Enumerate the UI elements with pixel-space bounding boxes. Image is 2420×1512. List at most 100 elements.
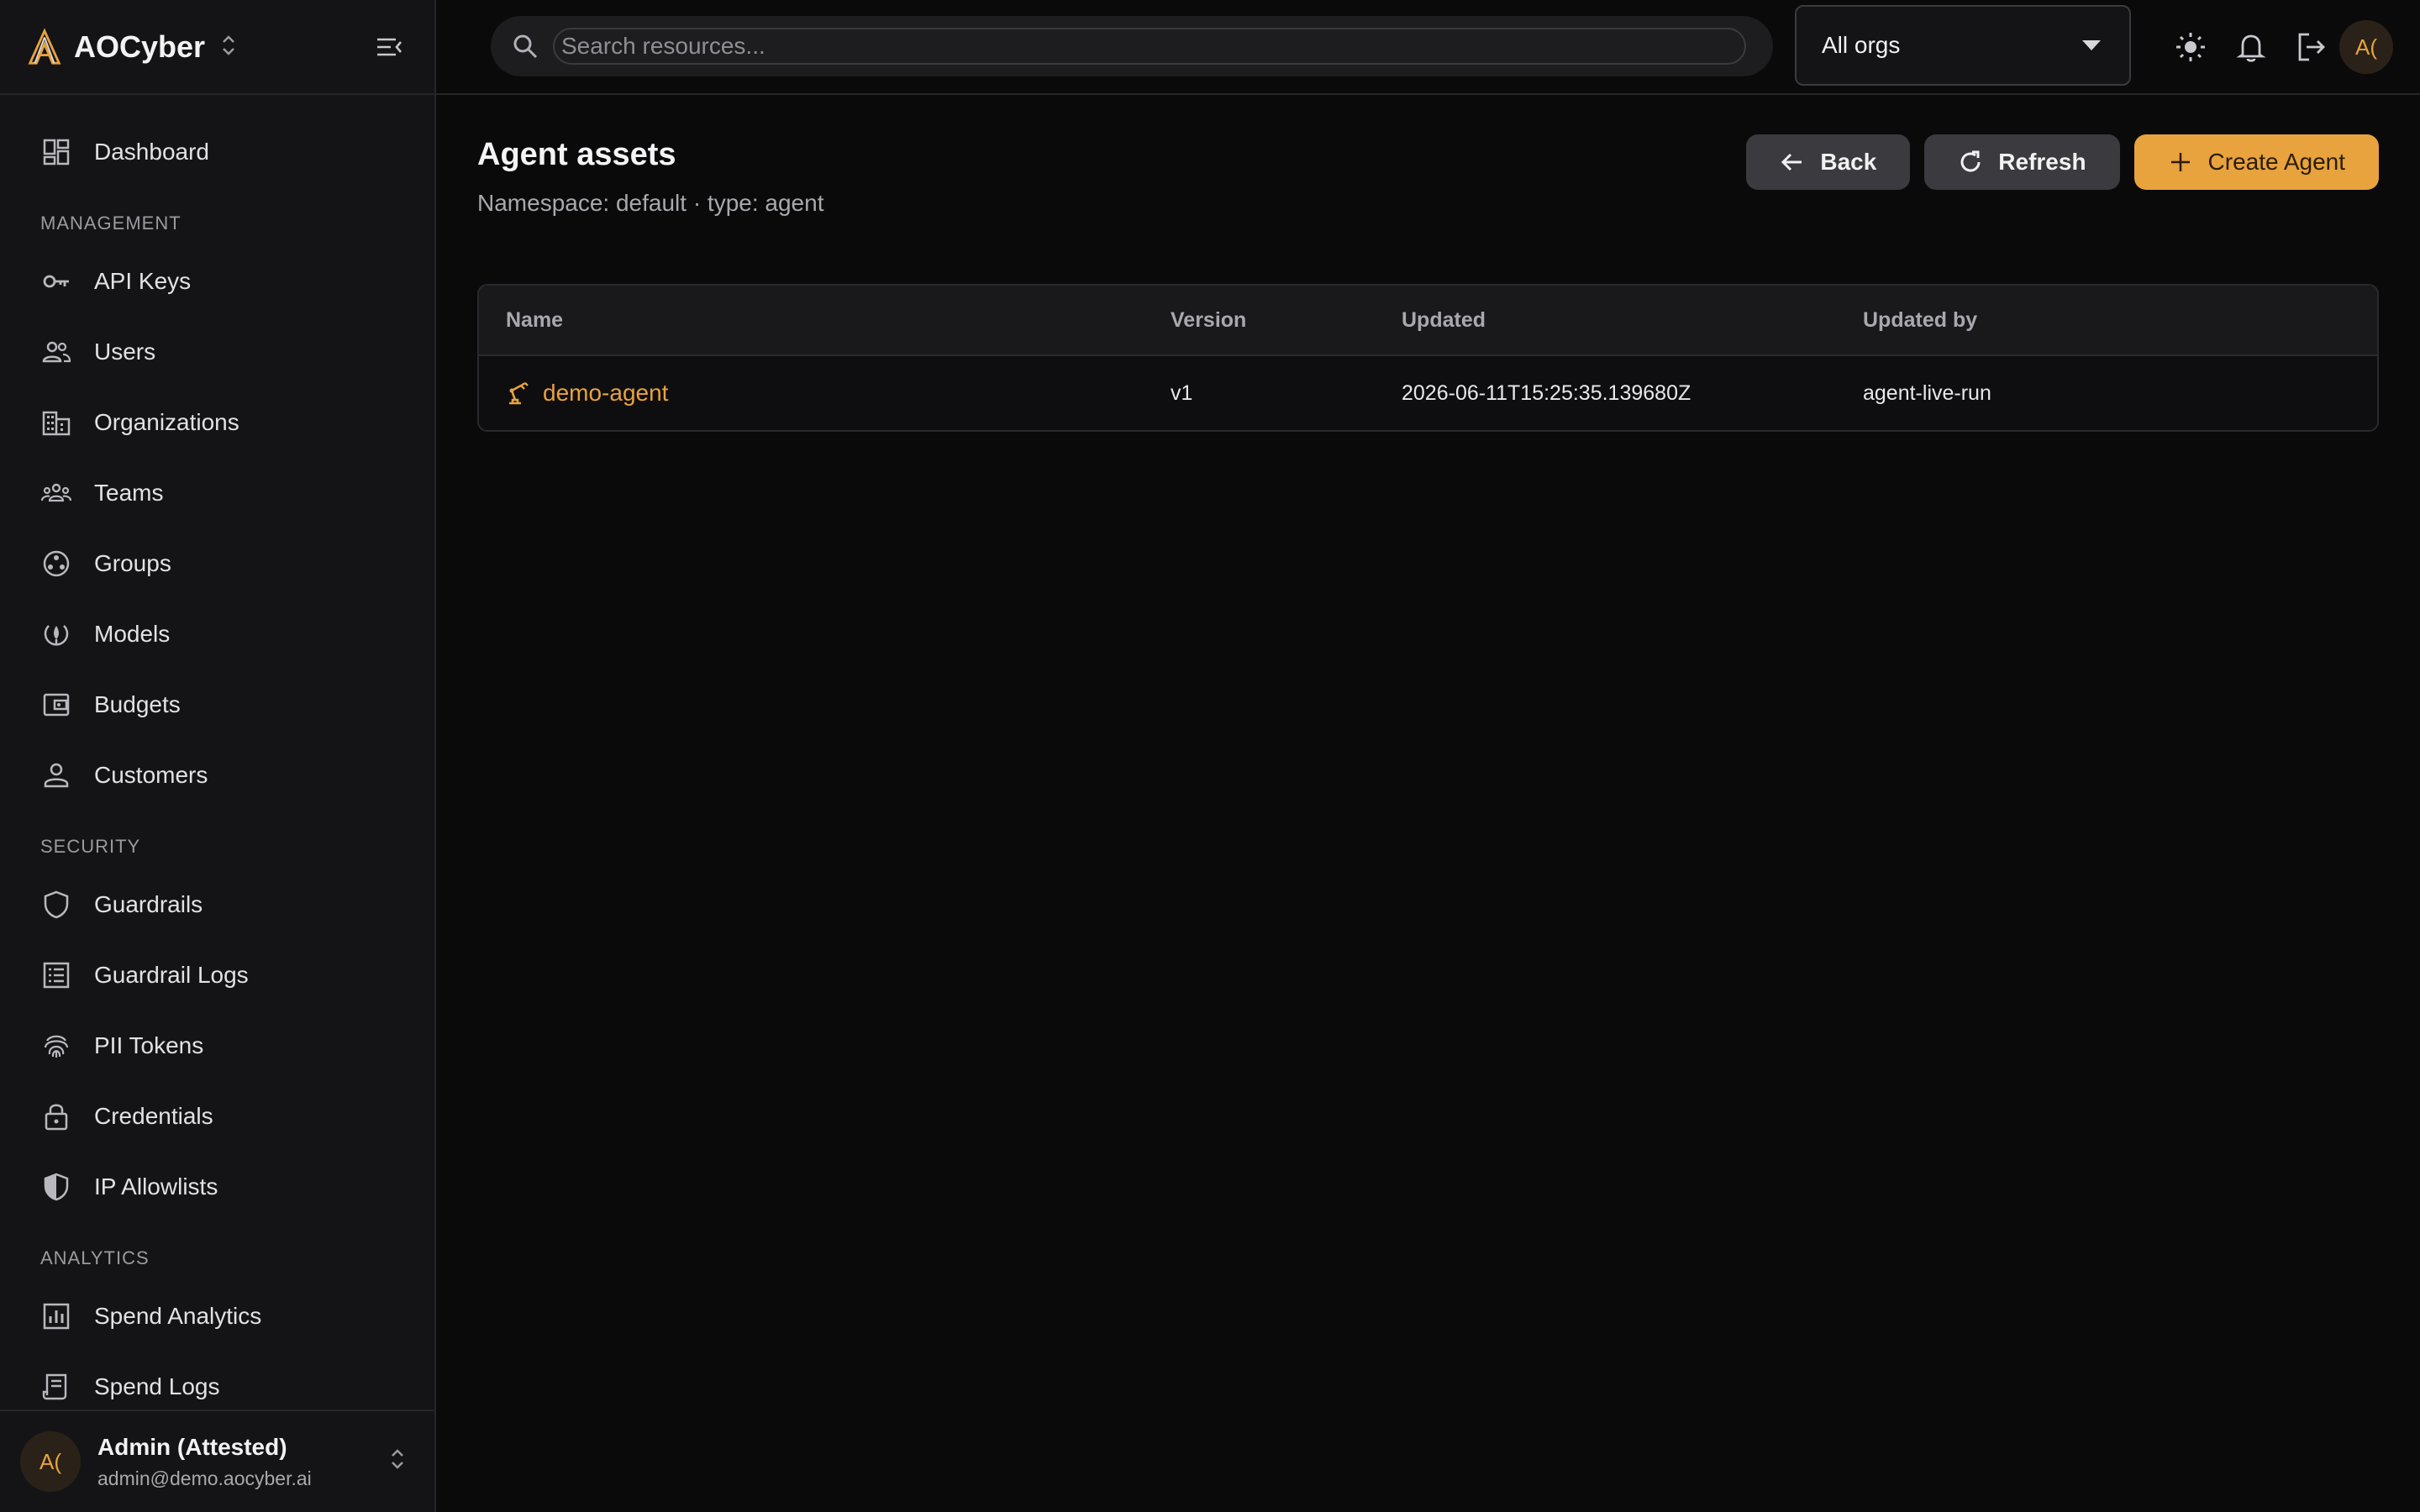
main-content: All orgs A( Agent assets Namespace: defa… xyxy=(436,0,2420,1512)
sidebar-item-label: Models xyxy=(94,621,171,647)
brand-header: AOCyber xyxy=(0,0,434,95)
brand-switch-chevrons-icon[interactable] xyxy=(220,33,237,61)
sidebar-item-ip-allowlists[interactable]: IP Allowlists xyxy=(0,1152,434,1222)
table-header: Name Version Updated Updated by xyxy=(479,286,2377,356)
cell-updated: 2026-06-11T15:25:35.139680Z xyxy=(1402,381,1691,405)
key-icon xyxy=(40,265,72,297)
top-bar: All orgs A( xyxy=(436,0,2420,95)
org-select[interactable]: All orgs xyxy=(1795,5,2131,86)
section-label-analytics: ANALYTICS xyxy=(40,1247,150,1268)
page-subtitle: Namespace: default · type: agent xyxy=(477,190,824,216)
sidebar-item-label: Groups xyxy=(94,550,171,576)
cell-name: demo-agent xyxy=(479,380,1171,407)
user-menu-chevrons-icon[interactable] xyxy=(389,1446,406,1478)
sidebar-item-label: PII Tokens xyxy=(94,1032,204,1058)
page-actions: Back Refresh Create Agent xyxy=(1746,134,2379,190)
page-content: Agent assets Namespace: default · type: … xyxy=(436,95,2420,432)
aocyber-logo-icon xyxy=(28,27,61,65)
shield-icon xyxy=(40,889,72,921)
table-row[interactable]: demo-agent v1 2026-06-11T15:25:35.139680… xyxy=(479,356,2377,430)
column-header-version[interactable]: Version xyxy=(1171,308,1402,333)
sidebar-item-label: IP Allowlists xyxy=(94,1173,218,1200)
sidebar-item-label: Credentials xyxy=(94,1103,213,1129)
building-icon xyxy=(40,407,72,438)
user-email: admin@demo.aocyber.ai xyxy=(97,1467,312,1489)
column-header-updated-by[interactable]: Updated by xyxy=(1863,308,2377,333)
section-label-security: SECURITY xyxy=(40,836,141,857)
sidebar-item-label: Users xyxy=(94,339,156,365)
sidebar-item-api-keys[interactable]: API Keys xyxy=(0,246,434,317)
refresh-icon xyxy=(1960,150,1981,172)
app: AOCyber Dashboard MANAGEMENT API Keys Us… xyxy=(0,0,2420,1512)
user-info: Admin (Attested) admin@demo.aocyber.ai xyxy=(97,1434,312,1490)
search-input[interactable] xyxy=(553,28,1746,65)
search-bar[interactable] xyxy=(491,16,1773,76)
collapse-sidebar-icon[interactable] xyxy=(374,32,404,62)
sidebar-item-models[interactable]: Models xyxy=(0,599,434,669)
groups-icon xyxy=(40,548,72,580)
refresh-button-label: Refresh xyxy=(1998,149,2086,175)
brand-name[interactable]: AOCyber xyxy=(74,29,205,65)
sidebar-item-label: Spend Logs xyxy=(94,1373,220,1399)
sidebar-item-guardrails[interactable]: Guardrails xyxy=(0,869,434,940)
sidebar-item-organizations[interactable]: Organizations xyxy=(0,387,434,458)
sidebar-item-pii-tokens[interactable]: PII Tokens xyxy=(0,1011,434,1081)
arrow-left-icon xyxy=(1781,153,1802,171)
teams-icon xyxy=(40,477,72,509)
sidebar-item-label: Spend Analytics xyxy=(94,1303,262,1329)
sidebar-item-label: Guardrail Logs xyxy=(94,962,249,988)
user-name: Admin (Attested) xyxy=(97,1433,287,1460)
column-header-name[interactable]: Name xyxy=(479,308,1171,333)
sun-icon[interactable] xyxy=(2174,30,2207,64)
users-icon xyxy=(40,336,72,368)
avatar: A( xyxy=(20,1431,81,1492)
list-icon xyxy=(40,959,72,991)
sidebar-item-label: Budgets xyxy=(94,691,181,717)
sidebar-item-teams[interactable]: Teams xyxy=(0,458,434,528)
sidebar-item-guardrail-logs[interactable]: Guardrail Logs xyxy=(0,940,434,1011)
back-button[interactable]: Back xyxy=(1746,134,1911,190)
column-header-updated[interactable]: Updated xyxy=(1402,308,1863,333)
avatar[interactable]: A( xyxy=(2339,20,2393,74)
fingerprint-icon xyxy=(40,1030,72,1062)
create-agent-button-label: Create Agent xyxy=(2207,149,2345,175)
lock-icon xyxy=(40,1100,72,1132)
sidebar-item-label: Guardrails xyxy=(94,891,203,917)
sidebar-item-budgets[interactable]: Budgets xyxy=(0,669,434,740)
sidebar-nav: Dashboard MANAGEMENT API Keys Users Orga… xyxy=(0,95,434,1422)
plus-icon xyxy=(2170,153,2190,171)
shield-half-icon xyxy=(40,1171,72,1203)
user-menu[interactable]: A( Admin (Attested) admin@demo.aocyber.a… xyxy=(0,1410,434,1512)
create-agent-button[interactable]: Create Agent xyxy=(2133,134,2379,190)
sidebar-item-credentials[interactable]: Credentials xyxy=(0,1081,434,1152)
back-button-label: Back xyxy=(1820,149,1877,175)
sidebar-item-users[interactable]: Users xyxy=(0,317,434,387)
search-icon xyxy=(513,34,538,59)
sidebar-item-dashboard[interactable]: Dashboard xyxy=(0,117,434,187)
sidebar: AOCyber Dashboard MANAGEMENT API Keys Us… xyxy=(0,0,436,1512)
sidebar-item-groups[interactable]: Groups xyxy=(0,528,434,599)
caret-down-icon xyxy=(2082,40,2101,50)
dashboard-icon xyxy=(40,136,72,168)
receipt-icon xyxy=(40,1371,72,1403)
refresh-button[interactable]: Refresh xyxy=(1924,134,2120,190)
sidebar-item-label: Organizations xyxy=(94,409,239,435)
cell-updated-by: agent-live-run xyxy=(1863,381,1991,405)
sidebar-item-label: Dashboard xyxy=(94,139,209,165)
robot-arm-icon xyxy=(509,381,529,405)
section-label-management: MANAGEMENT xyxy=(40,213,182,234)
person-icon xyxy=(40,759,72,791)
models-icon xyxy=(40,618,72,650)
wallet-icon xyxy=(40,689,72,721)
sidebar-item-spend-analytics[interactable]: Spend Analytics xyxy=(0,1281,434,1352)
asset-link[interactable]: demo-agent xyxy=(543,380,668,407)
sidebar-item-customers[interactable]: Customers xyxy=(0,740,434,811)
logout-icon[interactable] xyxy=(2295,30,2328,64)
sidebar-item-label: Customers xyxy=(94,762,208,788)
org-select-value: All orgs xyxy=(1822,32,1901,58)
assets-table: Name Version Updated Updated by demo-age… xyxy=(477,284,2379,432)
sidebar-item-label: API Keys xyxy=(94,268,192,294)
chart-icon xyxy=(40,1300,72,1332)
bell-icon[interactable] xyxy=(2234,30,2268,64)
sidebar-item-label: Teams xyxy=(94,480,164,506)
